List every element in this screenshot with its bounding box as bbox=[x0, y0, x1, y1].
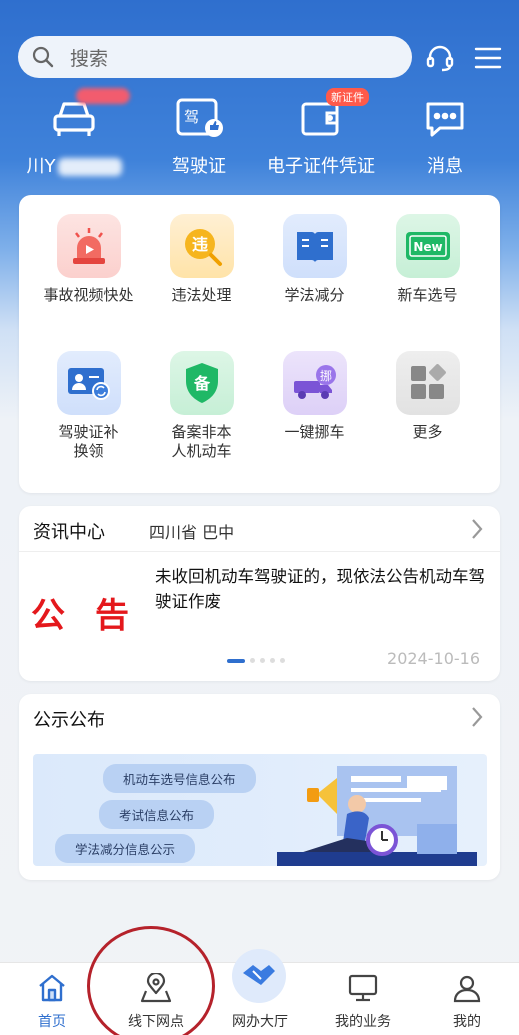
siren-icon bbox=[56, 214, 121, 278]
search-input[interactable]: 搜索 bbox=[18, 36, 412, 78]
notice-card[interactable]: 公示公布 机动车选号信息公布 考试信息公布 学法减分信息公示 bbox=[19, 694, 500, 880]
location-pin-icon bbox=[140, 973, 172, 1003]
tab-label: 首页 bbox=[38, 1014, 66, 1030]
svg-text:New: New bbox=[413, 240, 442, 254]
svg-text:挪: 挪 bbox=[319, 369, 331, 383]
notice-title: 公示公布 bbox=[33, 710, 105, 731]
news-date: 2024-10-16 bbox=[387, 649, 480, 668]
headset-icon bbox=[426, 45, 454, 72]
violation-icon: 违 bbox=[169, 214, 234, 278]
services-card: 事故视频快处 违 违法处理 学法减分 New 新车选号 驾驶证补换领 备 备案非… bbox=[19, 195, 500, 493]
tab-me[interactable]: 我的 bbox=[415, 963, 519, 1035]
announcement-illustration bbox=[277, 766, 477, 866]
notice-pill[interactable]: 机动车选号信息公布 bbox=[103, 764, 256, 793]
messages-label: 消息 bbox=[427, 156, 463, 177]
home-icon bbox=[39, 974, 65, 1002]
service-label: 驾驶证补换领 bbox=[58, 423, 119, 460]
notice-pill[interactable]: 学法减分信息公示 bbox=[55, 834, 196, 863]
book-icon bbox=[282, 214, 347, 278]
service-label: 更多 bbox=[412, 423, 443, 441]
tab-home[interactable]: 首页 bbox=[0, 963, 104, 1035]
notice-banner[interactable]: 机动车选号信息公布 考试信息公布 学法减分信息公示 bbox=[33, 754, 487, 866]
tab-label: 线下网点 bbox=[128, 1014, 184, 1030]
tab-label: 我的 bbox=[453, 1014, 481, 1030]
search-placeholder: 搜索 bbox=[70, 47, 109, 70]
news-card[interactable]: 资讯中心 四川省 巴中 公告 未收回机动车驾驶证的，现依法公告机动车驾驶证作废 … bbox=[19, 506, 500, 681]
monitor-icon bbox=[348, 974, 378, 1002]
menu-icon bbox=[474, 47, 502, 69]
service-move-car[interactable]: 挪 一键挪车 bbox=[258, 351, 371, 442]
shield-icon: 备 bbox=[169, 351, 234, 415]
tab-label: 网办大厅 bbox=[232, 1014, 288, 1030]
e-certificate-label: 电子证件凭证 bbox=[267, 156, 375, 177]
service-label: 学法减分 bbox=[284, 286, 345, 304]
service-vehicle-registration[interactable]: 备 备案非本人机动车 bbox=[145, 351, 258, 461]
service-new-plate[interactable]: New 新车选号 bbox=[371, 214, 484, 305]
license-label: 驾驶证 bbox=[172, 156, 226, 177]
service-label: 备案非本人机动车 bbox=[171, 423, 232, 460]
service-study-deduction[interactable]: 学法减分 bbox=[258, 214, 371, 305]
service-license-replace[interactable]: 驾驶证补换领 bbox=[32, 351, 145, 461]
bottom-tab-bar: 首页 线下网点 网办大厅 我的业务 我的 bbox=[0, 949, 519, 1035]
vehicle-plate-label: 川Y bbox=[26, 156, 56, 177]
chevron-right-icon bbox=[472, 519, 483, 539]
service-label: 一键挪车 bbox=[284, 423, 345, 441]
tab-my-business[interactable]: 我的业务 bbox=[311, 963, 415, 1035]
handshake-icon bbox=[232, 949, 286, 1003]
search-icon bbox=[32, 46, 54, 68]
service-label: 事故视频快处 bbox=[43, 286, 134, 304]
news-location: 四川省 巴中 bbox=[149, 523, 235, 542]
quick-item-vehicle[interactable]: 川Y bbox=[14, 86, 134, 178]
user-icon bbox=[453, 975, 481, 1003]
svg-text:违: 违 bbox=[191, 235, 207, 254]
quick-actions: 川Y 驾 驾驶证 新证件 电子证件凭证 消息 bbox=[0, 86, 519, 186]
top-bar: 搜索 bbox=[18, 36, 502, 80]
service-accident-video[interactable]: 事故视频快处 bbox=[32, 214, 145, 305]
tab-label: 我的业务 bbox=[335, 1014, 391, 1030]
quick-item-e-certificate[interactable]: 新证件 电子证件凭证 bbox=[261, 86, 381, 178]
hidden-badge bbox=[76, 88, 130, 104]
license-icon: 驾 bbox=[176, 98, 223, 137]
id-card-icon bbox=[56, 351, 121, 415]
service-label: 违法处理 bbox=[171, 286, 232, 304]
svg-text:驾: 驾 bbox=[184, 108, 199, 126]
service-more[interactable]: 更多 bbox=[371, 351, 484, 442]
news-title: 资讯中心 bbox=[33, 522, 105, 543]
announcement-stamp: 公告 bbox=[31, 596, 159, 636]
plate-icon: New bbox=[395, 214, 460, 278]
message-icon bbox=[426, 102, 464, 137]
new-certificate-badge: 新证件 bbox=[326, 88, 369, 106]
tab-offline-outlets[interactable]: 线下网点 bbox=[104, 963, 208, 1035]
news-header[interactable]: 资讯中心 四川省 巴中 bbox=[19, 506, 500, 552]
news-headline[interactable]: 未收回机动车驾驶证的，现依法公告机动车驾驶证作废 bbox=[155, 564, 485, 614]
plate-redacted bbox=[57, 158, 122, 176]
service-violation[interactable]: 违 违法处理 bbox=[145, 214, 258, 305]
carousel-indicator bbox=[227, 658, 285, 663]
tab-online-hall[interactable]: 网办大厅 bbox=[208, 949, 312, 1035]
quick-item-messages[interactable]: 消息 bbox=[385, 86, 505, 178]
more-icon bbox=[395, 351, 460, 415]
menu-button[interactable] bbox=[470, 40, 506, 76]
truck-icon: 挪 bbox=[282, 351, 347, 415]
chevron-right-icon bbox=[472, 707, 483, 727]
notice-pill[interactable]: 考试信息公布 bbox=[99, 800, 215, 829]
svg-text:备: 备 bbox=[192, 374, 210, 393]
customer-service-button[interactable] bbox=[422, 40, 458, 76]
service-label: 新车选号 bbox=[397, 286, 458, 304]
quick-item-license[interactable]: 驾 驾驶证 bbox=[139, 86, 259, 178]
